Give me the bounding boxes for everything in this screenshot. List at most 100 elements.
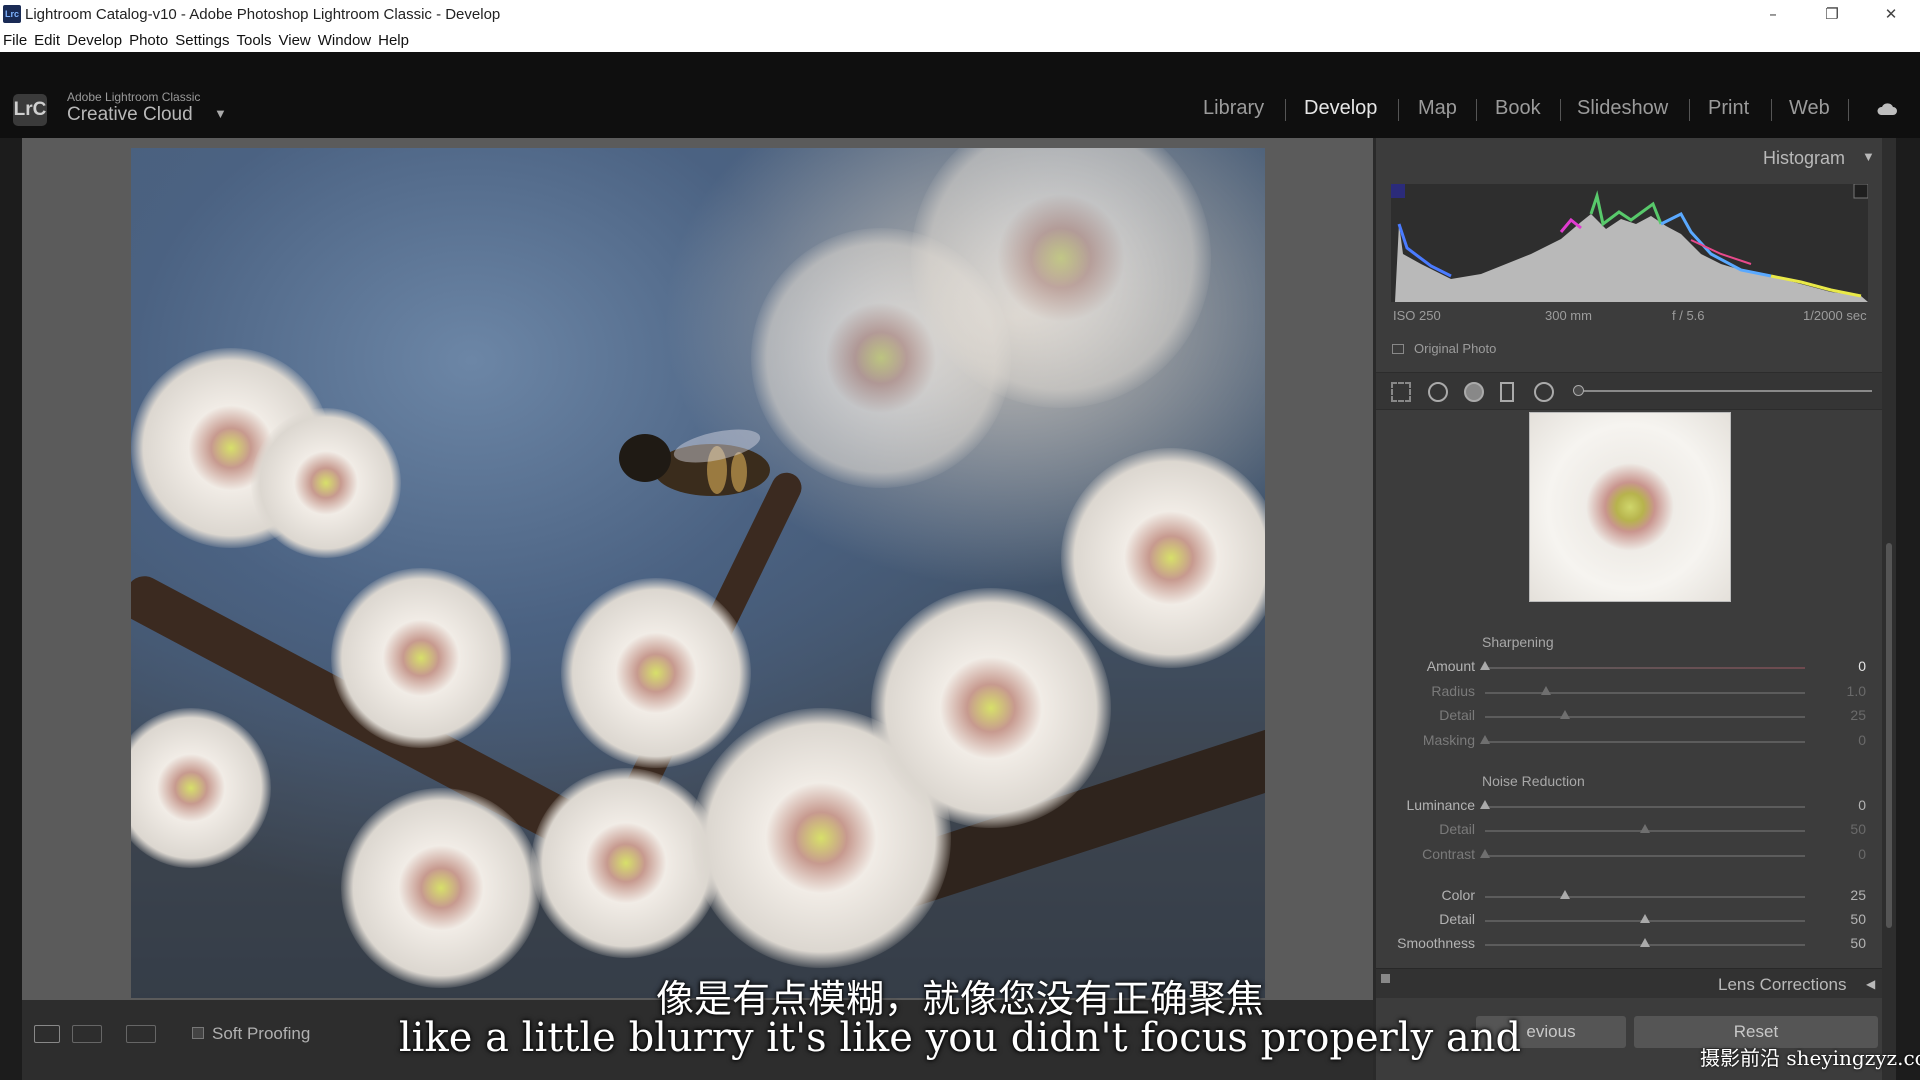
sharpening-masking-value[interactable]: 0	[1816, 732, 1866, 748]
sharpening-detail-slider-knob[interactable]	[1560, 710, 1570, 719]
slider-knob[interactable]	[1573, 385, 1584, 396]
right-panel-toggle[interactable]	[1896, 138, 1920, 1080]
sharpening-radius-slider-track[interactable]	[1485, 692, 1805, 694]
watermark: 摄影前沿 sheyingzyz.com	[1700, 1046, 1920, 1070]
graduated-filter-icon[interactable]	[1500, 382, 1514, 402]
original-photo-label: Original Photo	[1414, 341, 1497, 356]
noise-smoothness-slider-knob[interactable]	[1640, 938, 1650, 947]
noise-luminance-detail-value[interactable]: 50	[1816, 821, 1866, 837]
sharpening-section-title: Sharpening	[1482, 634, 1554, 650]
noise-color-detail-value[interactable]: 50	[1816, 911, 1866, 927]
radial-filter-icon[interactable]	[1534, 382, 1554, 402]
crop-overlay-icon[interactable]	[1391, 382, 1411, 402]
menu-help[interactable]: Help	[378, 32, 409, 49]
aperture-readout: f / 5.6	[1672, 308, 1705, 323]
tab-print[interactable]: Print	[1708, 97, 1749, 120]
lightroom-app-icon: Lrc	[3, 5, 21, 23]
menu-photo[interactable]: Photo	[129, 32, 168, 49]
blossom	[331, 568, 511, 748]
window-title-bar: Lrc Lightroom Catalog-v10 - Adobe Photos…	[0, 0, 1920, 28]
histogram-graph	[1391, 184, 1868, 302]
original-photo-checkbox[interactable]	[1392, 344, 1404, 354]
noise-color-slider-knob[interactable]	[1560, 890, 1570, 899]
menu-file[interactable]: File	[3, 32, 27, 49]
noise-color-detail-label: Detail	[1439, 911, 1475, 927]
noise-luminance-contrast-value[interactable]: 0	[1816, 846, 1866, 862]
tab-slideshow[interactable]: Slideshow	[1577, 97, 1668, 120]
module-picker-bar	[0, 52, 1920, 138]
histogram-title[interactable]: Histogram	[1763, 148, 1845, 169]
tab-separator	[1560, 99, 1561, 121]
menu-develop[interactable]: Develop	[67, 32, 122, 49]
noise-color-detail-slider-knob[interactable]	[1640, 914, 1650, 923]
menu-view[interactable]: View	[279, 32, 311, 49]
adjustment-brush-slider[interactable]	[1576, 390, 1872, 392]
left-panel-toggle[interactable]	[0, 138, 22, 1080]
close-icon[interactable]: ✕	[1862, 0, 1920, 28]
subtitle-english: like a little blurry it's like you didn'…	[398, 1015, 1522, 1061]
spot-removal-icon[interactable]	[1428, 382, 1448, 402]
sharpening-detail-slider-track[interactable]	[1485, 716, 1805, 718]
noise-smoothness-value[interactable]: 50	[1816, 935, 1866, 951]
noise-luminance-detail-slider-knob[interactable]	[1640, 824, 1650, 833]
minimize-icon[interactable]: –	[1744, 0, 1802, 28]
noise-luminance-value[interactable]: 0	[1816, 797, 1866, 813]
noise-luminance-slider-track[interactable]	[1485, 806, 1805, 808]
module-tabs: Library Develop Map Book Slideshow Print…	[0, 97, 1920, 123]
tab-separator	[1285, 99, 1286, 121]
menu-edit[interactable]: Edit	[34, 32, 60, 49]
noise-color-value[interactable]: 25	[1816, 887, 1866, 903]
blossom	[561, 578, 751, 768]
sharpening-detail-value[interactable]: 25	[1816, 707, 1866, 723]
noise-luminance-contrast-label: Contrast	[1422, 846, 1475, 862]
sharpening-radius-value[interactable]: 1.0	[1816, 683, 1866, 699]
scrollbar-thumb[interactable]	[1886, 543, 1892, 928]
sharpening-masking-label: Masking	[1422, 732, 1475, 748]
window-title: Lightroom Catalog-v10 - Adobe Photoshop …	[25, 5, 501, 23]
tab-web[interactable]: Web	[1789, 97, 1830, 120]
noise-reduction-section-title: Noise Reduction	[1482, 773, 1585, 789]
shadow-clipping-indicator	[1391, 184, 1405, 198]
noise-color-slider-track[interactable]	[1485, 896, 1805, 898]
iso-readout: ISO 250	[1393, 308, 1441, 323]
blossom	[251, 408, 401, 558]
tab-library[interactable]: Library	[1203, 97, 1264, 120]
tab-separator	[1771, 99, 1772, 121]
cloud-sync-icon[interactable]	[1876, 102, 1898, 116]
tab-separator	[1689, 99, 1690, 121]
menu-window[interactable]: Window	[318, 32, 371, 49]
detail-preview-window[interactable]	[1529, 412, 1731, 602]
tab-map[interactable]: Map	[1418, 97, 1457, 120]
sharpening-masking-slider-knob[interactable]	[1480, 735, 1490, 744]
highlight-clipping-indicator	[1853, 184, 1868, 199]
bee	[619, 429, 770, 496]
blossom	[1061, 448, 1265, 668]
photo-bee-on-blossom[interactable]	[131, 148, 1265, 998]
tab-develop[interactable]: Develop	[1304, 97, 1377, 120]
noise-smoothness-label: Smoothness	[1397, 935, 1475, 951]
sharpening-amount-slider-track[interactable]	[1485, 667, 1805, 669]
red-eye-icon[interactable]	[1464, 382, 1484, 402]
sharpening-detail-label: Detail	[1439, 707, 1475, 723]
sharpening-masking-slider-track[interactable]	[1485, 741, 1805, 743]
sharpening-radius-slider-knob[interactable]	[1540, 686, 1551, 695]
noise-luminance-detail-label: Detail	[1439, 821, 1475, 837]
sharpening-radius-label: Radius	[1431, 683, 1475, 699]
blossom	[341, 788, 541, 988]
sharpening-amount-slider-knob[interactable]	[1480, 661, 1490, 670]
blossom	[871, 588, 1111, 828]
noise-luminance-slider-knob[interactable]	[1480, 800, 1490, 809]
noise-luminance-contrast-slider-track[interactable]	[1485, 855, 1805, 857]
noise-luminance-label: Luminance	[1406, 797, 1476, 813]
menu-settings[interactable]: Settings	[175, 32, 229, 49]
restore-icon[interactable]: ❐	[1803, 0, 1861, 28]
noise-luminance-contrast-slider-knob[interactable]	[1480, 849, 1490, 858]
menu-bar: File Edit Develop Photo Settings Tools V…	[0, 28, 1920, 52]
sharpening-amount-label: Amount	[1426, 658, 1475, 674]
shutter-readout: 1/2000 sec	[1803, 308, 1867, 323]
tab-book[interactable]: Book	[1495, 97, 1541, 120]
right-panel-scrollbar[interactable]	[1882, 138, 1896, 1080]
menu-tools[interactable]: Tools	[236, 32, 271, 49]
chevron-down-icon[interactable]: ▼	[1862, 149, 1875, 164]
sharpening-amount-value[interactable]: 0	[1816, 658, 1866, 674]
